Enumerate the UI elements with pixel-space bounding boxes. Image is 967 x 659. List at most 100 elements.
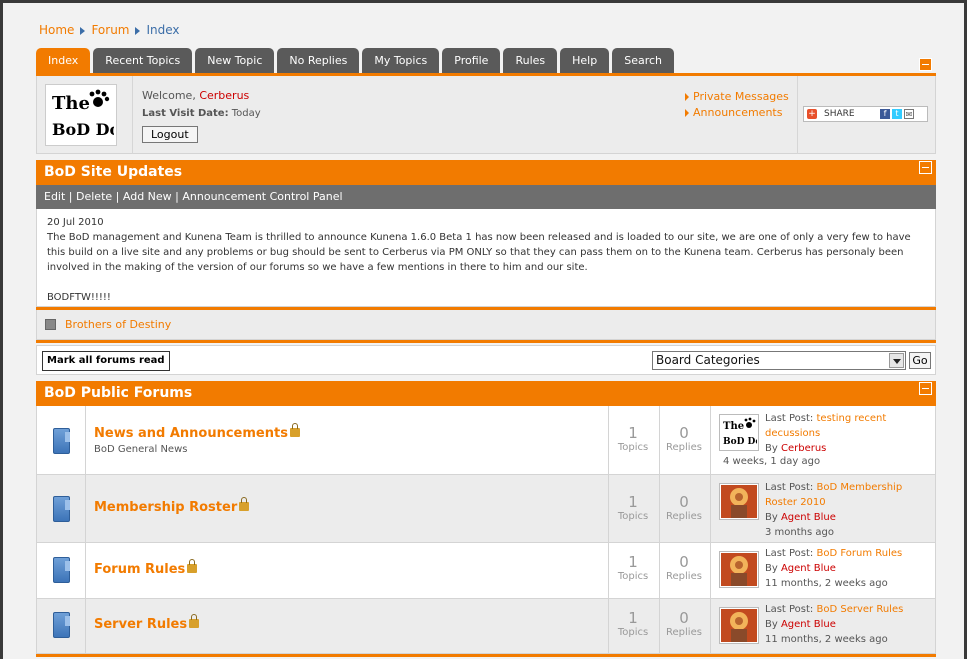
logo-line2: BoD Dog xyxy=(52,120,114,139)
last-post-avatar[interactable]: The BoD Dog xyxy=(719,414,759,451)
topics-number: 1 xyxy=(628,553,638,571)
replies-number: 0 xyxy=(679,609,689,627)
last-post-label: Last Post: xyxy=(765,548,814,559)
brothers-of-destiny-link[interactable]: Brothers of Destiny xyxy=(65,318,171,331)
topics-count: 1 Topics xyxy=(608,543,657,598)
last-post-avatar[interactable] xyxy=(719,551,759,588)
email-icon: ✉ xyxy=(904,109,914,119)
select-value: Board Categories xyxy=(656,353,760,367)
last-post-by: By Agent Blue xyxy=(765,617,933,632)
public-forums-header: BoD Public Forums xyxy=(36,381,936,406)
last-post-author[interactable]: Agent Blue xyxy=(781,512,836,523)
announcement-cp-link[interactable]: Announcement Control Panel xyxy=(182,190,342,203)
collapse-profile-icon[interactable] xyxy=(919,58,932,71)
figure-avatar-icon xyxy=(721,553,757,586)
replies-label: Replies xyxy=(666,571,702,582)
last-post-author[interactable]: Cerberus xyxy=(781,443,826,454)
tab-help[interactable]: Help xyxy=(560,48,610,73)
last-post-author[interactable]: Agent Blue xyxy=(781,563,836,574)
breadcrumb-forum[interactable]: Forum xyxy=(91,23,129,37)
announcement-body: The BoD management and Kunena Team is th… xyxy=(47,232,911,273)
twitter-icon: t xyxy=(892,109,902,119)
last-post-by: By Agent Blue xyxy=(765,510,933,525)
tab-profile[interactable]: Profile xyxy=(442,48,501,73)
tab-index[interactable]: Index xyxy=(36,48,91,73)
forum-title-link[interactable]: Server Rules xyxy=(94,614,200,632)
logout-button[interactable]: Logout xyxy=(142,126,198,143)
private-messages-link[interactable]: Private Messages xyxy=(685,89,789,105)
breadcrumb-index: Index xyxy=(146,23,180,37)
share-plus-icon: + xyxy=(807,109,817,119)
announcement-box: 20 Jul 2010 The BoD management and Kunen… xyxy=(36,209,936,307)
last-post-author[interactable]: Agent Blue xyxy=(781,619,836,630)
lock-icon xyxy=(239,497,250,511)
site-updates-title: BoD Site Updates xyxy=(44,164,183,180)
last-post-avatar[interactable] xyxy=(719,607,759,644)
last-post-time: 4 weeks, 1 day ago xyxy=(723,456,821,467)
topics-label: Topics xyxy=(617,442,649,453)
forum-title-text: Forum Rules xyxy=(94,562,186,577)
lock-icon xyxy=(289,423,300,437)
edit-link[interactable]: Edit xyxy=(44,190,65,203)
replies-label: Replies xyxy=(666,627,702,638)
announcement-actions: Edit | Delete | Add New | Announcement C… xyxy=(36,185,936,209)
by-label: By xyxy=(765,512,778,523)
forum-row: News and Announcements BoD General News … xyxy=(36,406,936,475)
topics-number: 1 xyxy=(628,424,638,442)
forum-row: Server Rules 1 Topics 0 Replies Last Post:… xyxy=(36,599,936,654)
last-post-cell: Last Post: BoD Forum Rules By Agent Blue… xyxy=(710,543,936,598)
last-post-time: 11 months, 2 weeks ago xyxy=(765,578,888,589)
tab-recent-topics[interactable]: Recent Topics xyxy=(93,48,193,73)
breadcrumb-home[interactable]: Home xyxy=(39,23,74,37)
tab-new-topic[interactable]: New Topic xyxy=(195,48,275,73)
breadcrumb-arrow-icon xyxy=(80,26,86,35)
last-post-link[interactable]: BoD Forum Rules xyxy=(817,548,903,559)
bod-dog-avatar-icon: The BoD Dog xyxy=(723,417,757,447)
share-button[interactable]: + SHARE f t ✉ xyxy=(803,106,928,122)
section-divider xyxy=(36,654,936,657)
folder-icon xyxy=(53,428,70,454)
last-post-info: Last Post: BoD Membership Roster 2010 By… xyxy=(765,480,933,540)
tab-rules[interactable]: Rules xyxy=(503,48,558,73)
by-label: By xyxy=(765,619,778,630)
forum-title-link[interactable]: Membership Roster xyxy=(94,497,250,515)
private-messages-label: Private Messages xyxy=(693,90,789,103)
mark-all-read-button[interactable]: Mark all forums read xyxy=(42,351,170,371)
folder-icon xyxy=(53,496,70,522)
announcements-link[interactable]: Announcements xyxy=(685,105,789,121)
tab-my-topics[interactable]: My Topics xyxy=(362,48,440,73)
topics-number: 1 xyxy=(628,493,638,511)
section-divider xyxy=(36,340,936,343)
figure-avatar-icon xyxy=(721,609,757,642)
forum-row: Forum Rules 1 Topics 0 Replies Last Post: … xyxy=(36,543,936,599)
last-post-info: Last Post: BoD Forum Rules By Agent Blue… xyxy=(765,546,933,591)
arrow-icon xyxy=(685,109,689,117)
delete-link[interactable]: Delete xyxy=(76,190,112,203)
tab-no-replies[interactable]: No Replies xyxy=(277,48,360,73)
last-post-cell: Last Post: BoD Membership Roster 2010 By… xyxy=(710,475,936,542)
lock-icon xyxy=(189,614,200,628)
arrow-icon xyxy=(685,93,689,101)
forum-description: BoD General News xyxy=(94,444,188,455)
add-new-link[interactable]: Add New xyxy=(123,190,172,203)
forum-title-link[interactable]: News and Announcements xyxy=(94,423,300,441)
last-post-info: Last Post: testing recent decussions By … xyxy=(765,411,933,456)
last-visit-label: Last Visit Date: xyxy=(142,108,229,119)
collapse-updates-icon[interactable] xyxy=(919,161,932,174)
tab-search[interactable]: Search xyxy=(612,48,675,73)
by-label: By xyxy=(765,563,778,574)
forum-icon-cell xyxy=(37,543,86,598)
last-post-link[interactable]: BoD Server Rules xyxy=(817,604,904,615)
last-post-label: Last Post: xyxy=(765,604,814,615)
public-forums-title: BoD Public Forums xyxy=(44,385,193,401)
go-button[interactable]: Go xyxy=(909,352,931,369)
share-label: SHARE xyxy=(824,109,855,119)
topics-label: Topics xyxy=(617,627,649,638)
forum-icon-cell xyxy=(37,475,86,542)
welcome-username[interactable]: Cerberus xyxy=(199,89,249,102)
bod-dog-logo-icon: The BoD Dog xyxy=(52,89,114,139)
collapse-forums-icon[interactable] xyxy=(919,382,932,395)
board-categories-select[interactable]: Board Categories xyxy=(652,351,906,370)
forum-title-link[interactable]: Forum Rules xyxy=(94,559,198,577)
last-post-avatar[interactable] xyxy=(719,483,759,520)
